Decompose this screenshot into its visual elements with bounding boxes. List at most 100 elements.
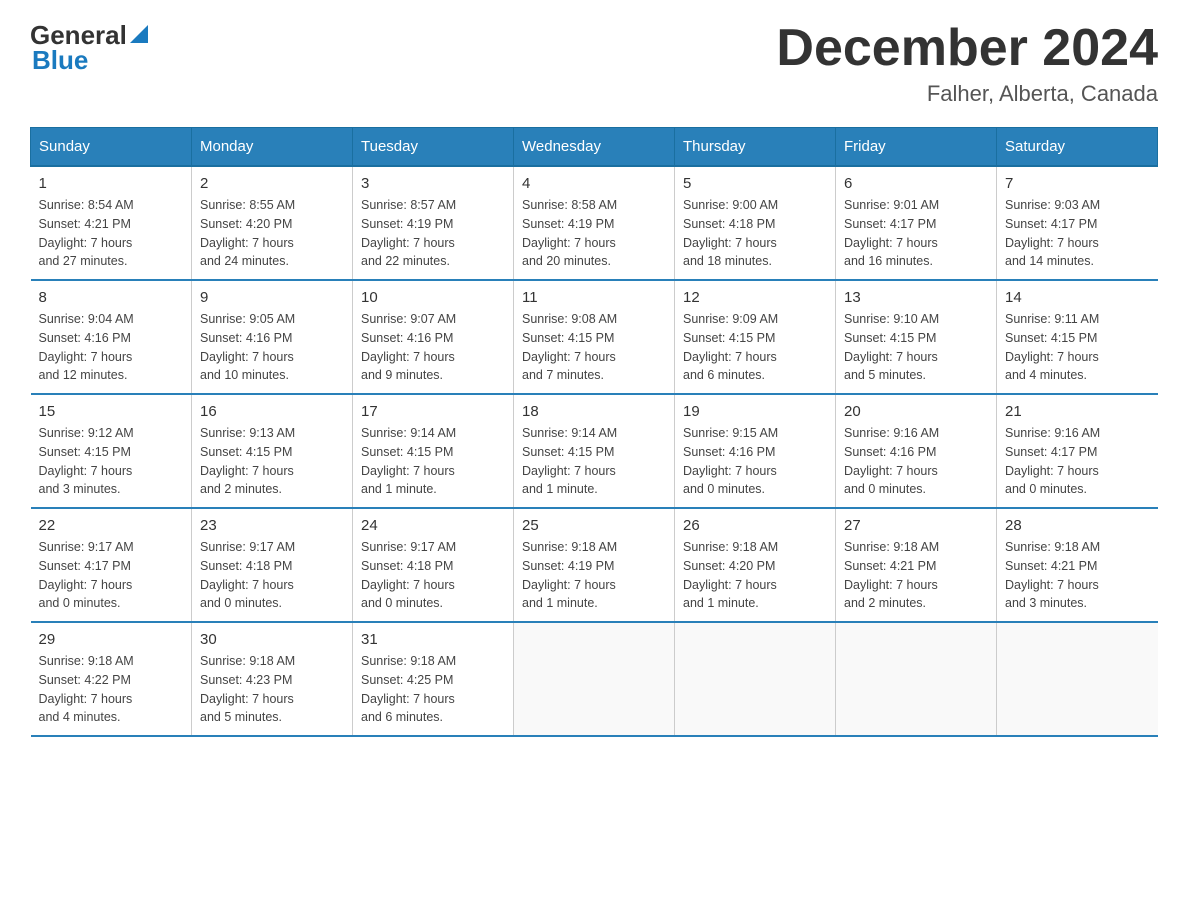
day-number: 29: [39, 631, 184, 648]
day-info: Sunrise: 9:18 AMSunset: 4:22 PMDaylight:…: [39, 652, 184, 727]
day-number: 3: [361, 175, 505, 192]
week-row-3: 15 Sunrise: 9:12 AMSunset: 4:15 PMDayligh…: [31, 394, 1158, 508]
logo: General Blue: [30, 20, 148, 76]
calendar-cell: 3 Sunrise: 8:57 AMSunset: 4:19 PMDaylight…: [353, 166, 514, 280]
day-info: Sunrise: 9:07 AMSunset: 4:16 PMDaylight:…: [361, 310, 505, 385]
title-area: December 2024 Falher, Alberta, Canada: [776, 20, 1158, 107]
header-day-sunday: Sunday: [31, 128, 192, 167]
day-number: 31: [361, 631, 505, 648]
day-number: 22: [39, 517, 184, 534]
day-number: 23: [200, 517, 344, 534]
calendar-cell: 20Sunrise: 9:16 AMSunset: 4:16 PMDayligh…: [836, 394, 997, 508]
calendar-cell: 22 Sunrise: 9:17 AMSunset: 4:17 PMDayligh…: [31, 508, 192, 622]
header-day-tuesday: Tuesday: [353, 128, 514, 167]
calendar-cell: 19Sunrise: 9:15 AMSunset: 4:16 PMDayligh…: [675, 394, 836, 508]
header-day-monday: Monday: [192, 128, 353, 167]
calendar-cell: 18Sunrise: 9:14 AMSunset: 4:15 PMDayligh…: [514, 394, 675, 508]
calendar-cell: 7 Sunrise: 9:03 AMSunset: 4:17 PMDaylight…: [997, 166, 1158, 280]
day-number: 10: [361, 289, 505, 306]
calendar-cell: 2 Sunrise: 8:55 AMSunset: 4:20 PMDaylight…: [192, 166, 353, 280]
day-info: Sunrise: 9:16 AMSunset: 4:17 PMDaylight:…: [1005, 424, 1150, 499]
day-info: Sunrise: 9:04 AMSunset: 4:16 PMDaylight:…: [39, 310, 184, 385]
day-info: Sunrise: 9:18 AMSunset: 4:20 PMDaylight:…: [683, 538, 827, 613]
day-info: Sunrise: 9:17 AMSunset: 4:17 PMDaylight:…: [39, 538, 184, 613]
calendar-header-row: SundayMondayTuesdayWednesdayThursdayFrid…: [31, 128, 1158, 167]
day-info: Sunrise: 9:00 AMSunset: 4:18 PMDaylight:…: [683, 196, 827, 271]
calendar-cell: 28 Sunrise: 9:18 AMSunset: 4:21 PMDayligh…: [997, 508, 1158, 622]
day-number: 14: [1005, 289, 1150, 306]
calendar-cell: 24Sunrise: 9:17 AMSunset: 4:18 PMDayligh…: [353, 508, 514, 622]
day-number: 7: [1005, 175, 1150, 192]
calendar-cell: 6Sunrise: 9:01 AMSunset: 4:17 PMDaylight…: [836, 166, 997, 280]
day-number: 4: [522, 175, 666, 192]
day-number: 1: [39, 175, 184, 192]
day-info: Sunrise: 9:13 AMSunset: 4:15 PMDaylight:…: [200, 424, 344, 499]
calendar-cell: 9Sunrise: 9:05 AMSunset: 4:16 PMDaylight…: [192, 280, 353, 394]
day-number: 25: [522, 517, 666, 534]
day-info: Sunrise: 9:18 AMSunset: 4:19 PMDaylight:…: [522, 538, 666, 613]
day-info: Sunrise: 8:55 AMSunset: 4:20 PMDaylight:…: [200, 196, 344, 271]
calendar-cell: 31 Sunrise: 9:18 AMSunset: 4:25 PMDayligh…: [353, 622, 514, 736]
day-number: 13: [844, 289, 988, 306]
day-number: 30: [200, 631, 344, 648]
calendar-cell: 17Sunrise: 9:14 AMSunset: 4:15 PMDayligh…: [353, 394, 514, 508]
calendar-cell: 14 Sunrise: 9:11 AMSunset: 4:15 PMDayligh…: [997, 280, 1158, 394]
logo-triangle-icon: [130, 25, 148, 48]
day-number: 20: [844, 403, 988, 420]
day-info: Sunrise: 9:11 AMSunset: 4:15 PMDaylight:…: [1005, 310, 1150, 385]
header-day-thursday: Thursday: [675, 128, 836, 167]
location-title: Falher, Alberta, Canada: [776, 81, 1158, 107]
logo-blue-text: Blue: [30, 45, 88, 76]
day-info: Sunrise: 9:18 AMSunset: 4:21 PMDaylight:…: [844, 538, 988, 613]
calendar-cell: [836, 622, 997, 736]
calendar-cell: 13 Sunrise: 9:10 AMSunset: 4:15 PMDayligh…: [836, 280, 997, 394]
day-number: 27: [844, 517, 988, 534]
calendar-cell: 25 Sunrise: 9:18 AMSunset: 4:19 PMDayligh…: [514, 508, 675, 622]
calendar-cell: 21 Sunrise: 9:16 AMSunset: 4:17 PMDayligh…: [997, 394, 1158, 508]
day-info: Sunrise: 8:58 AMSunset: 4:19 PMDaylight:…: [522, 196, 666, 271]
day-info: Sunrise: 9:12 AMSunset: 4:15 PMDaylight:…: [39, 424, 184, 499]
calendar-cell: 27 Sunrise: 9:18 AMSunset: 4:21 PMDayligh…: [836, 508, 997, 622]
week-row-4: 22 Sunrise: 9:17 AMSunset: 4:17 PMDayligh…: [31, 508, 1158, 622]
day-number: 24: [361, 517, 505, 534]
day-number: 21: [1005, 403, 1150, 420]
day-info: Sunrise: 9:17 AMSunset: 4:18 PMDaylight:…: [200, 538, 344, 613]
month-title: December 2024: [776, 20, 1158, 77]
day-info: Sunrise: 9:18 AMSunset: 4:25 PMDaylight:…: [361, 652, 505, 727]
week-row-1: 1 Sunrise: 8:54 AMSunset: 4:21 PMDaylight…: [31, 166, 1158, 280]
day-number: 11: [522, 289, 666, 306]
day-info: Sunrise: 9:03 AMSunset: 4:17 PMDaylight:…: [1005, 196, 1150, 271]
day-info: Sunrise: 9:08 AMSunset: 4:15 PMDaylight:…: [522, 310, 666, 385]
calendar-cell: 15 Sunrise: 9:12 AMSunset: 4:15 PMDayligh…: [31, 394, 192, 508]
calendar-cell: 5 Sunrise: 9:00 AMSunset: 4:18 PMDaylight…: [675, 166, 836, 280]
day-info: Sunrise: 8:54 AMSunset: 4:21 PMDaylight:…: [39, 196, 184, 271]
day-info: Sunrise: 9:15 AMSunset: 4:16 PMDaylight:…: [683, 424, 827, 499]
day-number: 2: [200, 175, 344, 192]
calendar-cell: 4 Sunrise: 8:58 AMSunset: 4:19 PMDaylight…: [514, 166, 675, 280]
calendar-cell: [997, 622, 1158, 736]
calendar-cell: 8 Sunrise: 9:04 AMSunset: 4:16 PMDaylight…: [31, 280, 192, 394]
day-number: 12: [683, 289, 827, 306]
day-number: 17: [361, 403, 505, 420]
day-number: 5: [683, 175, 827, 192]
day-info: Sunrise: 9:18 AMSunset: 4:23 PMDaylight:…: [200, 652, 344, 727]
calendar-cell: 30 Sunrise: 9:18 AMSunset: 4:23 PMDayligh…: [192, 622, 353, 736]
calendar-cell: [514, 622, 675, 736]
day-info: Sunrise: 9:10 AMSunset: 4:15 PMDaylight:…: [844, 310, 988, 385]
day-number: 28: [1005, 517, 1150, 534]
calendar-cell: 11 Sunrise: 9:08 AMSunset: 4:15 PMDayligh…: [514, 280, 675, 394]
calendar-cell: 26Sunrise: 9:18 AMSunset: 4:20 PMDayligh…: [675, 508, 836, 622]
day-number: 15: [39, 403, 184, 420]
day-number: 18: [522, 403, 666, 420]
header-day-wednesday: Wednesday: [514, 128, 675, 167]
week-row-5: 29 Sunrise: 9:18 AMSunset: 4:22 PMDayligh…: [31, 622, 1158, 736]
calendar-table: SundayMondayTuesdayWednesdayThursdayFrid…: [30, 127, 1158, 737]
header-day-saturday: Saturday: [997, 128, 1158, 167]
day-info: Sunrise: 9:18 AMSunset: 4:21 PMDaylight:…: [1005, 538, 1150, 613]
calendar-cell: 12 Sunrise: 9:09 AMSunset: 4:15 PMDayligh…: [675, 280, 836, 394]
day-number: 8: [39, 289, 184, 306]
day-number: 16: [200, 403, 344, 420]
calendar-cell: 16 Sunrise: 9:13 AMSunset: 4:15 PMDayligh…: [192, 394, 353, 508]
day-info: Sunrise: 9:09 AMSunset: 4:15 PMDaylight:…: [683, 310, 827, 385]
day-info: Sunrise: 8:57 AMSunset: 4:19 PMDaylight:…: [361, 196, 505, 271]
